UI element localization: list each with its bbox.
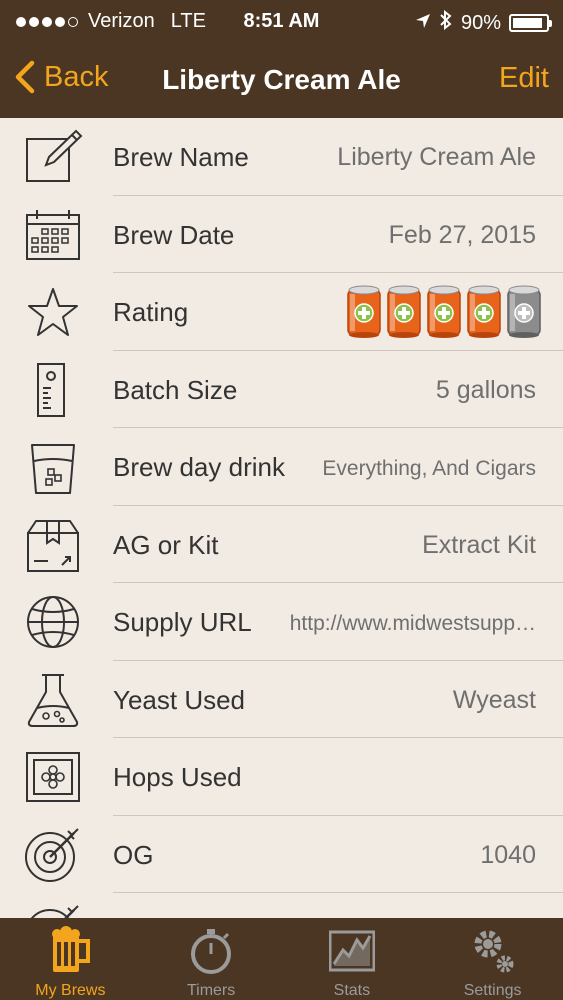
tab-label: My Brews: [35, 982, 106, 999]
row-label: Brew day drink: [113, 452, 285, 482]
row-yeast-used[interactable]: Yeast Used Wyeast: [0, 661, 563, 738]
tab-timers[interactable]: Timers: [141, 918, 282, 1000]
tab-settings[interactable]: Settings: [422, 918, 563, 1000]
row-label: Rating: [113, 297, 189, 327]
row-label: OG: [113, 839, 154, 870]
row-rating[interactable]: Rating: [0, 273, 563, 351]
calendar-icon: [22, 205, 84, 265]
measure-icon: [22, 360, 84, 420]
row-value: Feb 27, 2015: [388, 220, 536, 249]
edit-button[interactable]: Edit: [499, 62, 549, 95]
row-value: Wyeast: [452, 685, 536, 714]
tab-bar: My Brews Timers Stats Settings: [0, 918, 563, 1000]
rating-can-filled-icon[interactable]: [426, 284, 462, 339]
tab-stats[interactable]: Stats: [282, 918, 423, 1000]
rating-cans[interactable]: [346, 284, 542, 339]
globe-icon: [22, 592, 84, 652]
row-brew-day-drink[interactable]: Brew day drink Everything, And Cigars: [0, 428, 563, 506]
row-supply-url[interactable]: Supply URL http://www.midwestsupp…: [0, 583, 563, 661]
row-value: Liberty Cream Ale: [337, 143, 536, 171]
hops-icon: [22, 747, 84, 807]
tab-label: Settings: [463, 982, 522, 999]
battery-percent: 90%: [460, 11, 501, 34]
stopwatch-icon: [188, 926, 234, 976]
row-label: AG or Kit: [113, 529, 219, 560]
row-label: Brew Name: [113, 142, 249, 172]
tab-label: Stats: [333, 982, 371, 999]
box-icon: [22, 515, 84, 575]
gears-icon: [470, 926, 516, 976]
row-label: Brew Date: [113, 219, 235, 250]
target-icon: [22, 902, 84, 918]
star-icon: [22, 282, 84, 342]
rating-can-filled-icon[interactable]: [386, 284, 422, 339]
row-brew-date[interactable]: Brew Date Feb 27, 2015: [0, 196, 563, 273]
row-partial[interactable]: [0, 893, 563, 918]
page-title: Liberty Cream Ale: [162, 64, 401, 95]
row-brew-name[interactable]: Brew Name Liberty Cream Ale: [0, 118, 563, 196]
row-ag-or-kit[interactable]: AG or Kit Extract Kit: [0, 506, 563, 583]
bluetooth-icon: [439, 9, 453, 36]
glass-icon: [22, 437, 84, 497]
tab-my-brews[interactable]: My Brews: [0, 918, 141, 1000]
target-icon: [22, 825, 84, 885]
beer-mug-icon: [47, 926, 93, 976]
row-hops-used[interactable]: Hops Used: [0, 738, 563, 816]
row-label: Batch Size: [113, 374, 238, 405]
brew-details-list: Brew Name Liberty Cream Ale Brew Date Fe…: [0, 118, 563, 918]
row-value: Extract Kit: [422, 530, 536, 559]
navigation-bar: Back Liberty Cream Ale Edit: [0, 44, 563, 118]
row-og[interactable]: OG 1040: [0, 816, 563, 893]
row-label: Hops Used: [113, 762, 242, 792]
row-batch-size[interactable]: Batch Size 5 gallons: [0, 351, 563, 428]
status-bar: Verizon LTE 8:51 AM 90%: [0, 0, 563, 44]
row-value: 5 gallons: [435, 375, 536, 404]
flask-icon: [22, 670, 84, 730]
tab-label: Timers: [186, 982, 236, 999]
location-arrow-icon: [415, 12, 431, 35]
row-value: http://www.midwestsupp…: [289, 612, 536, 635]
row-label: Yeast Used: [113, 684, 246, 715]
chart-icon: [328, 926, 376, 976]
rating-can-filled-icon[interactable]: [466, 284, 502, 339]
status-right: 90%: [415, 9, 552, 36]
row-value: 1040: [480, 840, 536, 869]
rating-can-filled-icon[interactable]: [346, 284, 382, 339]
row-label: Supply URL: [113, 607, 252, 637]
battery-icon: [509, 14, 552, 32]
rating-can-empty-icon[interactable]: [506, 284, 542, 339]
row-value: Everything, And Cigars: [322, 457, 536, 480]
pencil-square-icon: [22, 127, 84, 187]
